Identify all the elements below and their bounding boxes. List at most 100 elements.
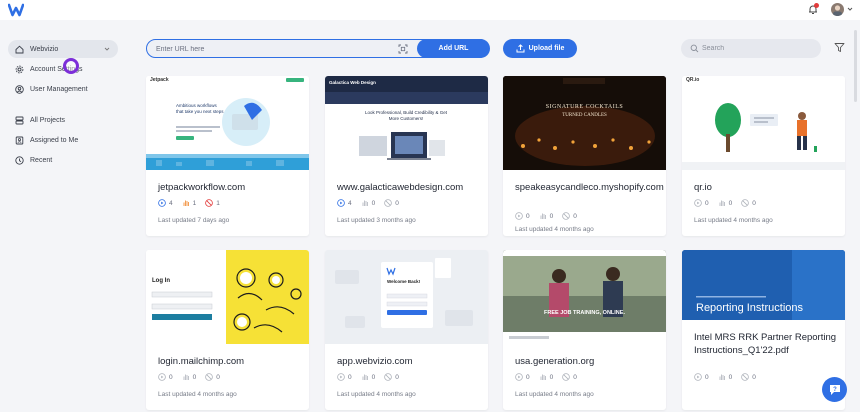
project-card[interactable]: SIGNATURE COCKTAILS TURNED CANDLES speak… [503,76,666,236]
screenshot-icon[interactable] [398,44,408,54]
search-icon [690,44,699,53]
project-thumbnail: Galactica Web Design Look Professional, … [325,76,488,170]
hand-icon [183,374,189,380]
last-updated: Last updated 4 months ago [515,391,594,398]
blocked-icon [205,199,214,207]
filter-icon[interactable] [834,42,845,53]
task-stats: 0 0 0 [694,199,765,207]
open-tasks-stat: 0 [337,373,352,381]
project-title-text: Intel MRS RRK Partner Reporting Instruct… [694,332,837,356]
rejected-stat: 0 [741,199,756,207]
project-title: Intel MRS RRK Partner Reporting Instruct… [694,331,839,357]
thumb-brand: QR.io [686,77,700,83]
last-updated: Last updated 4 months ago [337,391,416,398]
thumb-headline: SIGNATURE COCKTAILS [545,104,624,110]
url-input[interactable] [156,43,396,55]
project-thumbnail: Welcome Back! [325,250,488,344]
project-thumbnail: FREE JOB TRAINING, ONLINE. [503,250,666,344]
project-thumbnail: Jetpack Ambitious workflows that take yo… [146,76,309,170]
home-icon [15,45,24,53]
open-tasks-stat: 0 [515,373,530,381]
thumb-headline: Look Professional, Build Credibility & G… [364,110,448,121]
project-thumbnail: QR.io [682,76,845,170]
thumb-headline: Log In [152,278,170,284]
task-stats: 4 1 1 [158,199,229,207]
rejected-stat: 0 [562,212,577,220]
project-card[interactable]: Galactica Web Design Look Professional, … [325,76,488,236]
galactica-preview [325,76,488,160]
search-input[interactable] [702,43,812,54]
thumb-headline: FREE JOB TRAINING, ONLINE. [544,310,625,316]
sidebar-item-recent[interactable]: Recent [8,151,118,169]
play-circle-icon [337,373,345,381]
open-tasks-stat: 4 [158,199,173,207]
sidebar-item-label: Recent [30,156,53,164]
svg-text:?: ? [833,387,837,393]
hand-icon [719,200,725,206]
project-title: speakeasycandleco.myshopify.com [515,182,664,193]
thumb-headline: Welcome Back! [387,279,421,284]
in-progress-stat: 0 [718,373,732,381]
sidebar-item-label: User Management [30,85,88,93]
sidebar-item-assigned-to-me[interactable]: Assigned to Me [8,131,118,149]
hand-icon [183,200,189,206]
play-circle-icon [694,373,702,381]
sidebar-item-all-projects[interactable]: All Projects [8,111,118,129]
scrollbar[interactable] [854,30,857,102]
project-title: login.mailchimp.com [158,356,245,367]
project-card[interactable]: Log In login.mailchimp.com 0 0 0 Last up… [146,250,309,410]
project-title: www.galacticawebdesign.com [337,182,464,193]
project-card[interactable]: Welcome Back! app.webvizio.com 0 0 0 Las… [325,250,488,410]
last-updated: Last updated 4 months ago [515,226,594,233]
project-card[interactable]: Jetpack Ambitious workflows that take yo… [146,76,309,236]
blocked-icon [562,373,571,381]
rejected-stat: 1 [205,199,220,207]
add-url-button[interactable]: Add URL [417,39,490,58]
pdf-preview [682,250,845,344]
workspace-selector[interactable]: Webvizio [8,40,118,58]
in-progress-stat: 0 [361,199,375,207]
project-card[interactable]: QR.io qr.io 0 0 0 Last updated 4 months … [682,76,845,236]
open-tasks-stat: 0 [694,199,709,207]
user-icon [15,84,24,94]
sidebar-item-label: All Projects [30,116,66,124]
avatar[interactable] [831,3,844,16]
last-updated: Last updated 4 months ago [158,391,237,398]
qr-preview [682,103,845,170]
gear-icon [15,65,24,73]
upload-icon [516,44,525,53]
upload-file-button[interactable]: Upload file [503,39,577,58]
task-stats: 0 0 0 [515,212,586,220]
help-chat-button[interactable]: ? [822,377,847,402]
last-updated: Last updated 7 days ago [158,217,230,224]
project-title: qr.io [694,182,712,193]
open-tasks-stat: 4 [337,199,352,207]
play-circle-icon [337,199,345,207]
webvizio-logo-icon[interactable] [8,3,24,17]
task-stats: 0 0 0 [337,373,408,381]
project-card[interactable]: FREE JOB TRAINING, ONLINE. usa.generatio… [503,250,666,410]
user-avatar-icon [833,5,842,16]
notification-dot [814,3,819,8]
play-circle-icon [515,373,523,381]
hand-icon [540,374,546,380]
jetpack-preview [146,76,309,170]
project-title: app.webvizio.com [337,356,413,367]
cursor-indicator [63,58,79,74]
rejected-stat: 0 [562,373,577,381]
project-card[interactable]: Reporting Instructions Intel MRS RRK Par… [682,250,845,410]
project-thumbnail: Log In [146,250,309,344]
in-progress-stat: 0 [539,212,553,220]
sidebar-item-user-management[interactable]: User Management [8,80,118,98]
mailchimp-preview [146,250,309,344]
chevron-down-icon[interactable] [847,6,853,12]
open-tasks-stat: 0 [694,373,709,381]
last-updated: Last updated 3 months ago [337,217,416,224]
in-progress-stat: 0 [182,373,196,381]
in-progress-stat: 0 [539,373,553,381]
clock-icon [15,155,24,165]
task-stats: 0 0 0 [158,373,229,381]
rejected-stat: 0 [384,199,399,207]
thumb-headline: Reporting Instructions [696,302,803,314]
open-tasks-stat: 0 [158,373,173,381]
